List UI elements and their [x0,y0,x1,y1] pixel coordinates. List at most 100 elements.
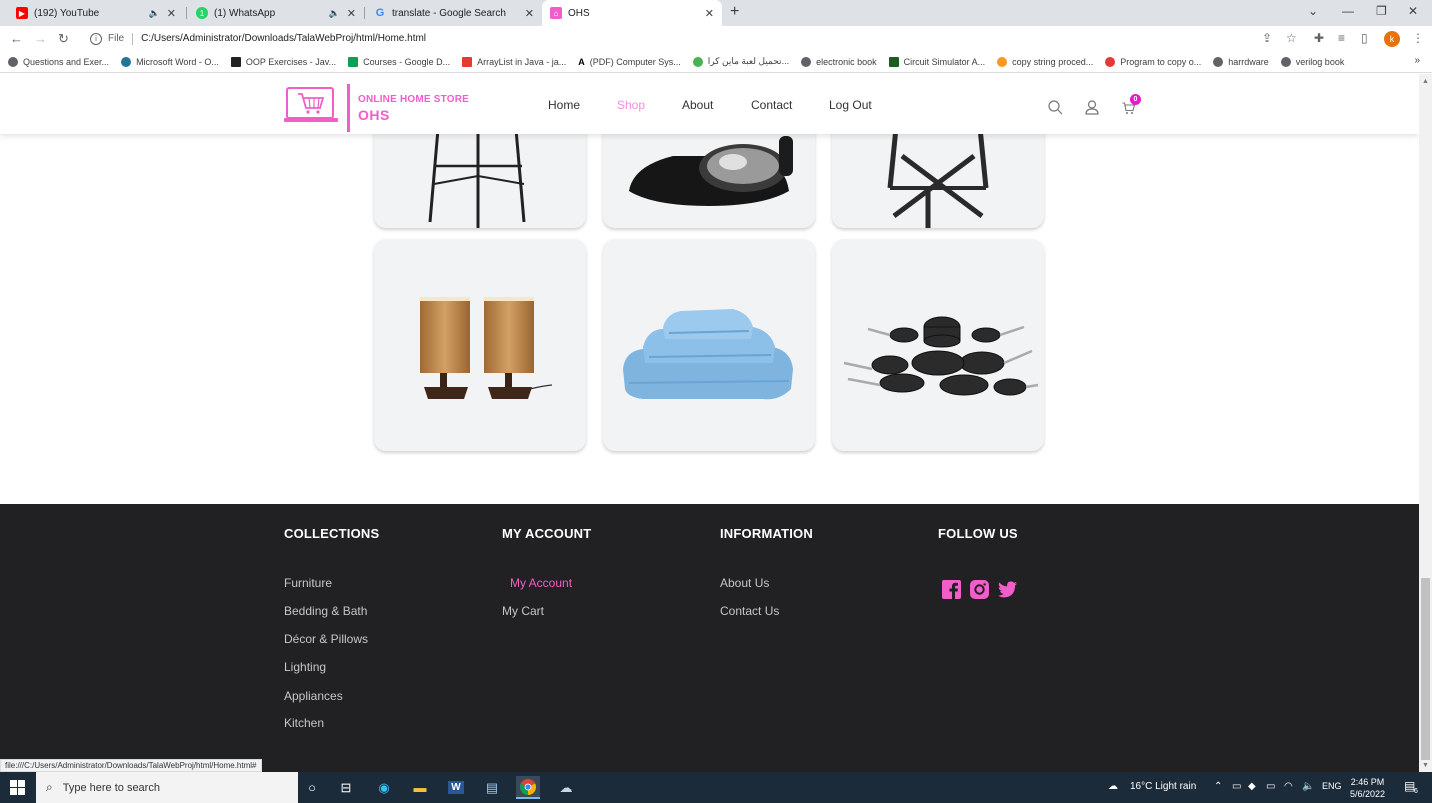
java-icon [997,56,1008,67]
page-scrollbar[interactable]: ▲ ▼ [1419,74,1432,772]
nav-shop[interactable]: Shop [617,98,645,112]
taskbar-search-placeholder: Type here to search [62,781,160,794]
share-icon[interactable]: ⇪ [1262,31,1272,45]
bookmarks-overflow-button[interactable]: » [1414,55,1420,66]
bookmark-item[interactable]: electronic book [801,56,877,67]
close-icon[interactable]: ✕ [705,7,714,20]
scroll-up-icon[interactable]: ▲ [1422,78,1429,85]
tab-google-search[interactable]: G translate - Google Search ✕ [366,0,542,26]
footer-link-contact-us[interactable]: Contact Us [720,604,779,618]
footer-link-lighting[interactable]: Lighting [284,660,326,674]
taskbar-search-box[interactable]: ⌕ Type here to search [36,772,298,803]
wifi-icon[interactable]: ◠ [1284,781,1293,792]
footer-link-my-account[interactable]: My Account [510,576,572,590]
extensions-icon[interactable]: ✚ [1314,31,1324,45]
footer-link-bedding-bath[interactable]: Bedding & Bath [284,604,367,618]
bookmark-item[interactable]: Courses - Google D... [348,56,450,67]
chrome-icon[interactable] [516,776,540,799]
windows-start-icon[interactable] [10,780,25,795]
nav-logout[interactable]: Log Out [829,98,872,112]
address-bar[interactable]: i File C:/Users/Administrator/Downloads/… [82,28,1304,49]
browser-toolbar: ← → ↻ i File C:/Users/Administrator/Down… [0,26,1432,51]
product-card-cookware-set[interactable] [832,239,1044,451]
tab-strip: ▶ (192) YouTube 🔈 ✕ 1 (1) WhatsApp 🔈 ✕ G… [0,0,1432,26]
shopping-cart-logo-icon[interactable] [284,82,338,128]
bookmark-item[interactable]: ArrayList in Java - ja... [462,56,566,67]
clock-date: 5/6/2022 [1350,789,1386,799]
file-explorer-icon[interactable]: ▬ [408,776,432,799]
twitter-icon[interactable] [998,580,1017,599]
footer-link-appliances[interactable]: Appliances [284,689,343,703]
scroll-down-icon[interactable]: ▼ [1422,762,1429,769]
product-card-towel-set[interactable] [603,239,815,451]
task-view-icon[interactable]: ⊟ [334,776,358,799]
profile-avatar[interactable]: k [1384,31,1400,47]
footer-link-decor-pillows[interactable]: Décor & Pillows [284,632,368,646]
new-tab-button[interactable]: + [730,3,739,21]
search-icon[interactable] [1048,100,1063,115]
notepad-icon[interactable]: ▤ [480,776,504,799]
tab-whatsapp[interactable]: 1 (1) WhatsApp 🔈 ✕ [188,0,364,26]
speaker-icon[interactable]: 🔈 [149,8,160,19]
close-icon[interactable]: ✕ [347,7,356,20]
back-icon[interactable]: ← [10,31,23,46]
footer-link-about-us[interactable]: About Us [720,576,769,590]
battery-icon[interactable]: ▭ [1266,781,1275,792]
bookmark-item[interactable]: harrdware [1213,56,1269,67]
bookmark-item[interactable]: A (PDF) Computer Sys... [578,57,681,67]
bookmark-item[interactable]: تحميل لعبة ماين كرا... [692,56,789,67]
edge-icon[interactable]: ◉ [372,776,396,799]
tray-expand-icon[interactable]: ⌃ [1214,781,1222,792]
minimize-button[interactable]: — [1342,4,1354,18]
bookmark-star-icon[interactable]: ☆ [1286,31,1297,45]
footer-link-my-cart[interactable]: My Cart [502,604,544,618]
restore-button[interactable]: ❐ [1376,4,1387,18]
close-icon[interactable]: ✕ [167,7,176,20]
reading-list-icon[interactable]: ≡ [1338,31,1345,45]
bookmark-item[interactable]: Microsoft Word - O... [121,56,219,67]
side-panel-icon[interactable]: ▯ [1361,31,1368,45]
speaker-icon[interactable]: 🔈 [329,8,340,19]
towel-icon [623,309,793,400]
close-icon[interactable]: ✕ [525,7,534,20]
search-icon: ⌕ [46,780,53,794]
product-card-table-lamps[interactable] [374,239,586,451]
bookmark-item[interactable]: verilog book [1280,56,1344,67]
language-indicator[interactable]: ENG [1322,781,1342,791]
bookmark-item[interactable]: copy string proced... [997,56,1093,67]
bookmark-item[interactable]: OOP Exercises - Jav... [230,56,336,67]
forward-icon[interactable]: → [34,31,47,46]
app-icon[interactable]: ☁ [554,776,578,799]
bookmark-item[interactable]: Circuit Simulator A... [888,56,985,67]
close-window-button[interactable]: ✕ [1408,4,1418,18]
bookmark-item[interactable]: Questions and Exer... [8,56,109,67]
tab-youtube[interactable]: ▶ (192) YouTube 🔈 ✕ [8,0,184,26]
tray-app-icon[interactable]: ◆ [1248,781,1256,792]
nav-about[interactable]: About [682,98,713,112]
weather-icon[interactable]: ☁ [1108,781,1118,792]
ohs-favicon: ⌂ [550,7,562,19]
footer-link-kitchen[interactable]: Kitchen [284,716,324,730]
tab-search-icon[interactable]: ⌄ [1308,4,1318,18]
volume-icon[interactable]: 🔈 [1302,781,1314,792]
nav-home[interactable]: Home [548,98,580,112]
google-icon: G [375,7,385,19]
tab-ohs[interactable]: ⌂ OHS ✕ [542,0,722,26]
user-icon[interactable] [1085,100,1099,115]
facebook-icon[interactable] [942,580,961,599]
footer-heading-follow-us: FOLLOW US [938,526,1018,541]
nav-contact[interactable]: Contact [751,98,792,112]
instagram-icon[interactable] [970,580,989,599]
word-icon[interactable]: W [444,776,468,799]
footer-link-furniture[interactable]: Furniture [284,576,332,590]
reload-icon[interactable]: ↻ [58,31,69,47]
scroll-thumb[interactable] [1421,578,1430,760]
cortana-icon[interactable]: ○ [300,776,324,799]
system-clock[interactable]: 2:46 PM 5/6/2022 [1350,776,1385,800]
url-text[interactable]: C:/Users/Administrator/Downloads/TalaWeb… [141,33,426,44]
weather-status[interactable]: 16°C Light rain [1130,781,1196,792]
info-icon[interactable]: i [90,32,102,45]
menu-icon[interactable]: ⋮ [1412,31,1424,45]
tray-app-icon[interactable]: ▭ [1232,781,1241,792]
bookmark-item[interactable]: Program to copy o... [1105,56,1201,67]
